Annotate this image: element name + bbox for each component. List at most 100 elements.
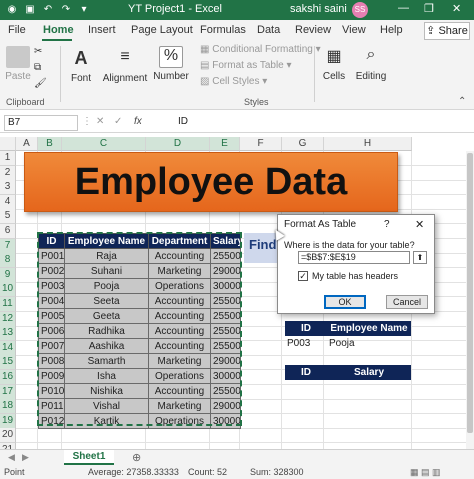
ok-button[interactable]: OK	[324, 295, 366, 309]
row-header-11[interactable]: 11	[0, 297, 16, 312]
close-icon[interactable]: ✕	[415, 218, 424, 231]
formula-input[interactable]: ID	[178, 116, 188, 127]
table-header-cell[interactable]: Department	[148, 233, 211, 249]
tab-view[interactable]: View	[342, 24, 366, 36]
vertical-scrollbar[interactable]	[466, 151, 474, 449]
has-headers-label[interactable]: My table has headers	[312, 271, 398, 281]
tab-help[interactable]: Help	[380, 24, 403, 36]
cancel-entry-icon[interactable]: ✕	[96, 116, 104, 127]
table-header-cell[interactable]: Salary	[210, 233, 241, 249]
table-cell[interactable]: P005	[38, 308, 65, 324]
table-cell[interactable]: Geeta	[64, 308, 149, 324]
table-cell[interactable]: Marketing	[148, 263, 211, 279]
column-header-c[interactable]: C	[62, 137, 146, 151]
table-cell[interactable]: P010	[38, 383, 65, 399]
row-header-6[interactable]: 6	[0, 224, 16, 239]
employee-table[interactable]: ID Employee Name Department Salary P001 Raja…	[38, 233, 241, 429]
tab-data[interactable]: Data	[257, 24, 280, 36]
row-header-8[interactable]: 8	[0, 253, 16, 269]
column-header-a[interactable]: A	[16, 137, 38, 151]
row-header-5[interactable]: 5	[0, 209, 16, 225]
prev-sheet-icon[interactable]: ◀	[8, 452, 15, 463]
table-cell[interactable]: P001	[38, 248, 65, 264]
table-cell[interactable]: Isha	[64, 368, 149, 384]
table-cell[interactable]: 29000	[210, 398, 241, 414]
column-header-f[interactable]: F	[240, 137, 282, 151]
minimize-icon[interactable]: —	[398, 2, 409, 14]
has-headers-checkbox[interactable]: ✓	[298, 271, 308, 281]
table-cell[interactable]: 25500	[210, 248, 241, 264]
table-cell[interactable]: 25500	[210, 323, 241, 339]
copy-icon[interactable]: ⧉	[34, 62, 41, 73]
table-cell[interactable]: P002	[38, 263, 65, 279]
sheet-tab-sheet1[interactable]: Sheet1	[64, 450, 114, 465]
table-cell[interactable]: Accounting	[148, 383, 211, 399]
format-as-table-button[interactable]: ▤ Format as Table ▾	[200, 60, 292, 71]
avatar[interactable]: SS	[352, 2, 368, 18]
row-header-17[interactable]: 17	[0, 384, 16, 400]
lookup-table-salary[interactable]: ID Salary	[285, 365, 411, 380]
redo-icon[interactable]: ↷	[60, 4, 72, 16]
select-all-corner[interactable]	[0, 137, 16, 151]
customize-qat-icon[interactable]: ▾	[78, 4, 90, 16]
scrollbar-thumb[interactable]	[467, 153, 473, 433]
tab-review[interactable]: Review	[295, 24, 331, 36]
column-header-d[interactable]: D	[146, 137, 210, 151]
row-header-2[interactable]: 2	[0, 165, 16, 181]
name-box[interactable]: B7	[4, 115, 78, 131]
confirm-entry-icon[interactable]: ✓	[114, 116, 122, 127]
cells-button[interactable]: ▦ Cells	[320, 46, 348, 82]
column-header-e[interactable]: E	[210, 137, 240, 151]
row-header-12[interactable]: 12	[0, 311, 16, 327]
tab-home[interactable]: Home	[43, 24, 74, 36]
table-cell[interactable]: Raja	[64, 248, 149, 264]
table-cell[interactable]: Vishal	[64, 398, 149, 414]
table-cell[interactable]: 25500	[210, 338, 241, 354]
autosave-icon[interactable]: ◉	[6, 4, 18, 16]
tab-insert[interactable]: Insert	[88, 24, 116, 36]
alignment-button[interactable]: ≡ Alignment	[102, 48, 148, 84]
table-cell[interactable]: P004	[38, 293, 65, 309]
table-cell[interactable]: Accounting	[148, 308, 211, 324]
table-cell[interactable]: Operations	[148, 368, 211, 384]
tab-formulas[interactable]: Formulas	[200, 24, 246, 36]
table-cell[interactable]: Accounting	[148, 323, 211, 339]
table-cell[interactable]: 30000	[210, 413, 241, 429]
cancel-button[interactable]: Cancel	[386, 295, 428, 309]
paste-button[interactable]: Paste	[4, 46, 32, 82]
table-cell[interactable]: P006	[38, 323, 65, 339]
cut-icon[interactable]: ✂	[34, 46, 42, 57]
column-header-g[interactable]: G	[282, 137, 324, 151]
number-button[interactable]: % Number	[152, 46, 190, 82]
column-header-h[interactable]: H	[324, 137, 412, 151]
cell-styles-button[interactable]: ▨ Cell Styles ▾	[200, 76, 267, 87]
table-cell[interactable]: Operations	[148, 413, 211, 429]
table-cell[interactable]: 30000	[210, 368, 241, 384]
range-input[interactable]: =$B$7:$E$19	[298, 251, 410, 264]
lookup-name-value[interactable]: Pooja	[327, 336, 411, 351]
row-header-18[interactable]: 18	[0, 399, 16, 415]
table-cell[interactable]: P011	[38, 398, 65, 414]
conditional-formatting-button[interactable]: ▦ Conditional Formatting ▾	[200, 44, 321, 55]
table-cell[interactable]: P009	[38, 368, 65, 384]
table-cell[interactable]: Suhani	[64, 263, 149, 279]
restore-icon[interactable]: ❐	[424, 2, 434, 15]
undo-icon[interactable]: ↶	[42, 4, 54, 16]
table-cell[interactable]: 30000	[210, 278, 241, 294]
row-header-7[interactable]: 7	[0, 238, 16, 254]
row-header-4[interactable]: 4	[0, 194, 16, 210]
table-cell[interactable]: Kartik	[64, 413, 149, 429]
add-sheet-icon[interactable]: ⊕	[132, 451, 141, 464]
table-cell[interactable]: P008	[38, 353, 65, 369]
table-cell[interactable]: Radhika	[64, 323, 149, 339]
tab-page-layout[interactable]: Page Layout	[131, 24, 193, 36]
lookup-table-name[interactable]: ID Employee Name P003 Pooja	[285, 321, 411, 351]
table-cell[interactable]: 25500	[210, 383, 241, 399]
format-painter-icon[interactable]: 🖌	[34, 78, 47, 89]
table-cell[interactable]: Operations	[148, 278, 211, 294]
user-name[interactable]: sakshi saini	[290, 3, 347, 15]
table-cell[interactable]: P003	[38, 278, 65, 294]
row-header-14[interactable]: 14	[0, 340, 16, 356]
row-header-3[interactable]: 3	[0, 180, 16, 196]
insert-function-icon[interactable]: fx	[134, 116, 142, 127]
